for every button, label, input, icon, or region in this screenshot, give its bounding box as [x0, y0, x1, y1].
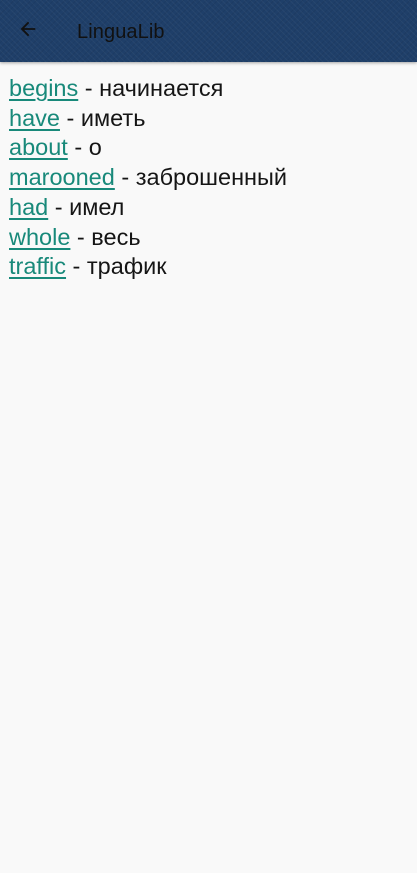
- back-button[interactable]: [6, 9, 50, 53]
- word-link[interactable]: have: [9, 105, 60, 131]
- separator: -: [66, 253, 87, 280]
- separator: -: [78, 75, 100, 101]
- separator: -: [59, 104, 81, 131]
- translation: весь: [91, 223, 141, 250]
- word-link[interactable]: begins: [9, 75, 78, 101]
- arrow-left-icon: [17, 18, 39, 45]
- list-item: marooned - заброшенный: [9, 163, 409, 193]
- word-link[interactable]: marooned: [9, 164, 115, 190]
- translation: начинается: [99, 75, 224, 101]
- app-bar: LinguaLib: [0, 0, 417, 62]
- list-item: whole - весь: [9, 223, 409, 253]
- separator: -: [67, 134, 89, 161]
- word-link[interactable]: about: [9, 134, 68, 160]
- word-link[interactable]: whole: [9, 224, 70, 250]
- translation: трафик: [86, 253, 167, 280]
- word-list: begins - начинается have - иметь about -…: [9, 74, 409, 282]
- list-item: begins - начинается: [9, 74, 409, 104]
- word-link[interactable]: traffic: [9, 253, 66, 279]
- separator: -: [48, 193, 70, 220]
- word-link[interactable]: had: [9, 194, 48, 220]
- translation: о: [88, 134, 102, 161]
- page-title: LinguaLib: [77, 21, 165, 43]
- list-item: have - иметь: [9, 104, 409, 134]
- list-item: had - имел: [9, 193, 409, 223]
- list-item: traffic - трафик: [9, 252, 409, 282]
- separator: -: [114, 164, 136, 191]
- translation: иметь: [80, 104, 146, 131]
- separator: -: [70, 223, 92, 250]
- translation: заброшенный: [135, 164, 288, 191]
- list-item: about - о: [9, 133, 409, 163]
- translation: имел: [69, 193, 125, 220]
